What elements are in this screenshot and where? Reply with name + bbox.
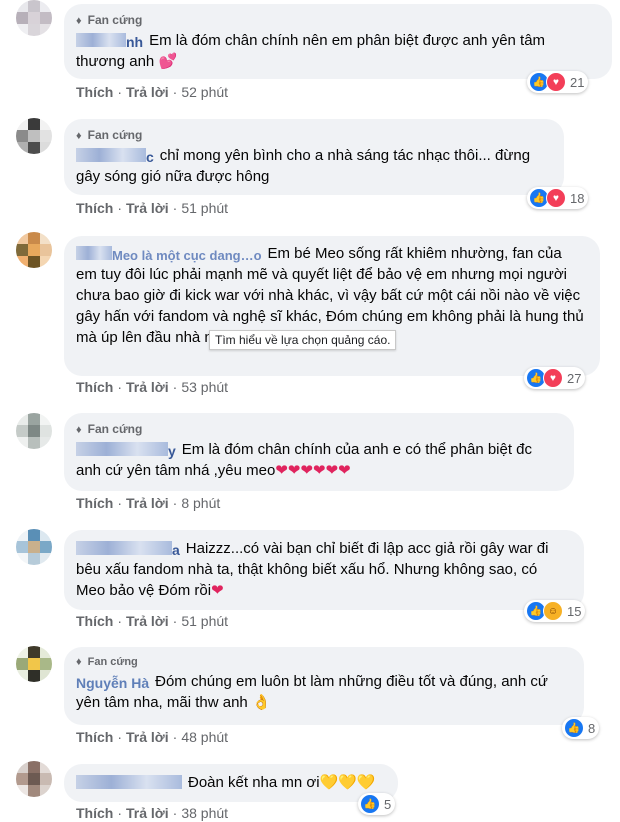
avatar[interactable] [16,232,52,268]
reply-link[interactable]: Trả lời [126,379,169,395]
reaction-count[interactable]: 👍 8 [562,717,600,739]
avatar[interactable] [16,529,52,565]
ad-choices-tooltip: Tìm hiểu về lựa chọn quảng cáo. [209,330,397,350]
comment-actions: Thích · Trả lời · 51 phút [76,200,229,216]
reaction-count[interactable]: 👍 ☺ 15 [524,600,586,622]
commenter-name[interactable] [76,774,182,790]
like-link[interactable]: Thích [76,200,113,216]
reply-link[interactable]: Trả lời [126,613,169,629]
reply-link[interactable]: Trả lời [126,84,169,100]
comment-actions: Thích · Trả lời · 52 phút [76,84,229,100]
timestamp[interactable]: 8 phút [181,495,220,511]
timestamp[interactable]: 51 phút [181,200,228,216]
reply-link[interactable]: Trả lời [126,805,169,821]
diamond-icon: ♦ [76,15,82,27]
reaction-count[interactable]: 👍 ♥ 18 [527,187,589,209]
diamond-icon: ♦ [76,656,82,668]
commenter-name[interactable]: Nguyễn Hà [76,673,149,691]
like-link[interactable]: Thích [76,613,113,629]
avatar[interactable] [16,761,52,797]
comment-bubble: ♦ Fan cứng c chỉ mong yên bình cho a nhà s… [64,119,564,195]
emoji: 💕 [158,53,178,70]
timestamp[interactable]: 38 phút [181,805,228,821]
timestamp[interactable]: 52 phút [181,84,228,100]
like-link[interactable]: Thích [76,729,113,745]
diamond-icon: ♦ [76,424,82,436]
comment-actions: Thích · Trả lời · 8 phút [76,495,221,511]
comment-bubble: ♦ Fan cứng Nguyễn Hà Đóm chúng em luôn bt … [64,647,584,725]
timestamp[interactable]: 51 phút [181,613,228,629]
avatar[interactable] [16,646,52,682]
fan-badge: ♦ Fan cứng [76,128,143,142]
comment-bubble: Đoàn kết nha mn ơi💛💛💛 [64,764,398,802]
comment-bubble: Meo là một cục dang…o Em bé Meo sống rất … [64,236,600,376]
like-icon: 👍 [564,718,584,738]
comment-text: Đoàn kết nha mn ơi [188,774,320,791]
commenter-name[interactable]: nh [76,32,143,50]
care-icon: ☺ [543,601,563,621]
emoji: 💛💛💛 [319,774,376,791]
like-link[interactable]: Thích [76,379,113,395]
timestamp[interactable]: 53 phút [181,379,228,395]
fan-badge: ♦ Fan cứng [76,13,143,27]
timestamp[interactable]: 48 phút [181,729,228,745]
comment-text: Em là đóm chân chính nên em phân biệt đư… [76,32,546,70]
reply-link[interactable]: Trả lời [126,729,169,745]
avatar[interactable] [16,118,52,154]
comment-bubble: a Haizzz...có vài bạn chỉ biết đi lập acc… [64,530,584,610]
fan-badge: ♦ Fan cứng [76,656,138,668]
commenter-name[interactable]: y [76,441,176,459]
commenter-name[interactable]: c [76,147,154,165]
emoji: 👌 [251,694,271,711]
comment-actions: Thích · Trả lời · 48 phút [76,729,229,745]
comment-actions: Thích · Trả lời · 53 phút [76,379,229,395]
reaction-count[interactable]: 👍 5 [358,793,396,815]
avatar[interactable] [16,413,52,449]
reply-link[interactable]: Trả lời [126,200,169,216]
reaction-count[interactable]: 👍 ♥ 27 [524,367,586,389]
commenter-name[interactable]: Meo là một cục dang…o [76,245,262,263]
love-icon: ♥ [546,188,566,208]
commenter-name[interactable]: a [76,540,180,558]
diamond-icon: ♦ [76,130,82,142]
comment-actions: Thích · Trả lời · 38 phút [76,805,229,821]
emoji: ❤❤❤❤❤❤ [275,462,351,479]
comment-bubble: ♦ Fan cứng y Em là đóm chân chính của anh … [64,413,574,491]
love-icon: ♥ [543,368,563,388]
fan-badge: ♦ Fan cứng [76,422,143,436]
like-link[interactable]: Thích [76,805,113,821]
emoji: ❤ [211,582,224,599]
like-icon: 👍 [360,794,380,814]
love-icon: ♥ [546,72,566,92]
like-link[interactable]: Thích [76,84,113,100]
like-link[interactable]: Thích [76,495,113,511]
reply-link[interactable]: Trả lời [126,495,169,511]
comment-bubble: ♦ Fan cứng nh Em là đóm chân chính nên em … [64,4,612,79]
avatar[interactable] [16,0,52,36]
comment-actions: Thích · Trả lời · 51 phút [76,613,229,629]
reaction-count[interactable]: 👍 ♥ 21 [527,71,589,93]
